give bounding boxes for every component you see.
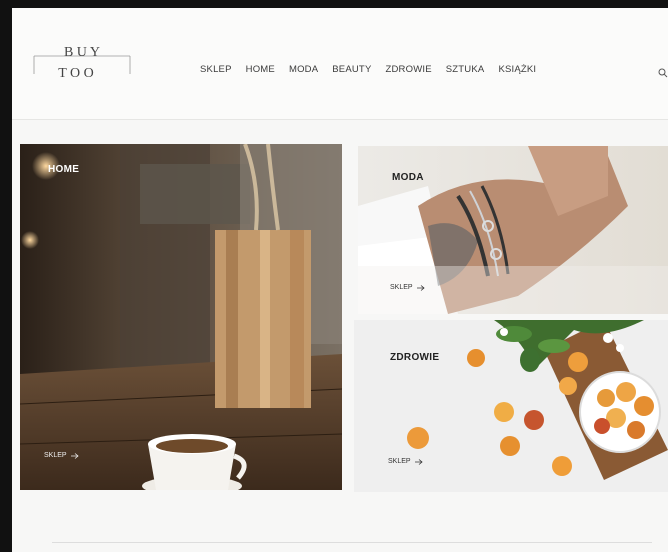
browser-page: B U Y T O O SKLEP HOME MODA BEAUTY ZDROW… (12, 8, 668, 552)
tile-title-home: HOME (48, 164, 80, 175)
search-icon[interactable] (658, 68, 668, 78)
zdrowie-tile-image (354, 320, 668, 492)
site-header: B U Y T O O SKLEP HOME MODA BEAUTY ZDROW… (12, 8, 668, 120)
arrow-right-icon (416, 284, 425, 291)
nav-item-ksiazki[interactable]: KSIĄŻKI (498, 64, 536, 75)
home-tile-image (20, 144, 342, 490)
tile-link-home[interactable]: SKLEP (44, 452, 79, 459)
category-tile-zdrowie[interactable]: ZDROWIE SKLEP (354, 320, 668, 492)
nav-item-beauty[interactable]: BEAUTY (332, 64, 371, 75)
arrow-right-icon (414, 458, 423, 465)
site-logo[interactable]: B U Y T O O (32, 44, 132, 84)
tile-link-moda[interactable]: SKLEP (390, 284, 425, 291)
nav-item-moda[interactable]: MODA (289, 64, 318, 75)
tile-link-zdrowie[interactable]: SKLEP (388, 458, 423, 465)
tile-title-zdrowie: ZDROWIE (390, 352, 440, 363)
nav-item-home[interactable]: HOME (246, 64, 275, 75)
footer-divider (52, 542, 652, 543)
category-tile-home[interactable]: HOME SKLEP (20, 144, 342, 490)
tile-title-moda: MODA (392, 172, 424, 183)
tile-link-label-zdrowie: SKLEP (388, 458, 411, 465)
nav-item-sklep[interactable]: SKLEP (200, 64, 232, 75)
arrow-right-icon (70, 452, 79, 459)
tile-link-label-home: SKLEP (44, 452, 67, 459)
tile-link-label-moda: SKLEP (390, 284, 413, 291)
logo-line2: T O O (58, 66, 94, 81)
category-tile-moda[interactable]: MODA SKLEP (358, 146, 668, 314)
main-nav: SKLEP HOME MODA BEAUTY ZDROWIE SZTUKA KS… (200, 64, 536, 75)
nav-item-sztuka[interactable]: SZTUKA (446, 64, 485, 75)
nav-item-zdrowie[interactable]: ZDROWIE (385, 64, 431, 75)
logo-line1: B U Y (64, 45, 100, 60)
